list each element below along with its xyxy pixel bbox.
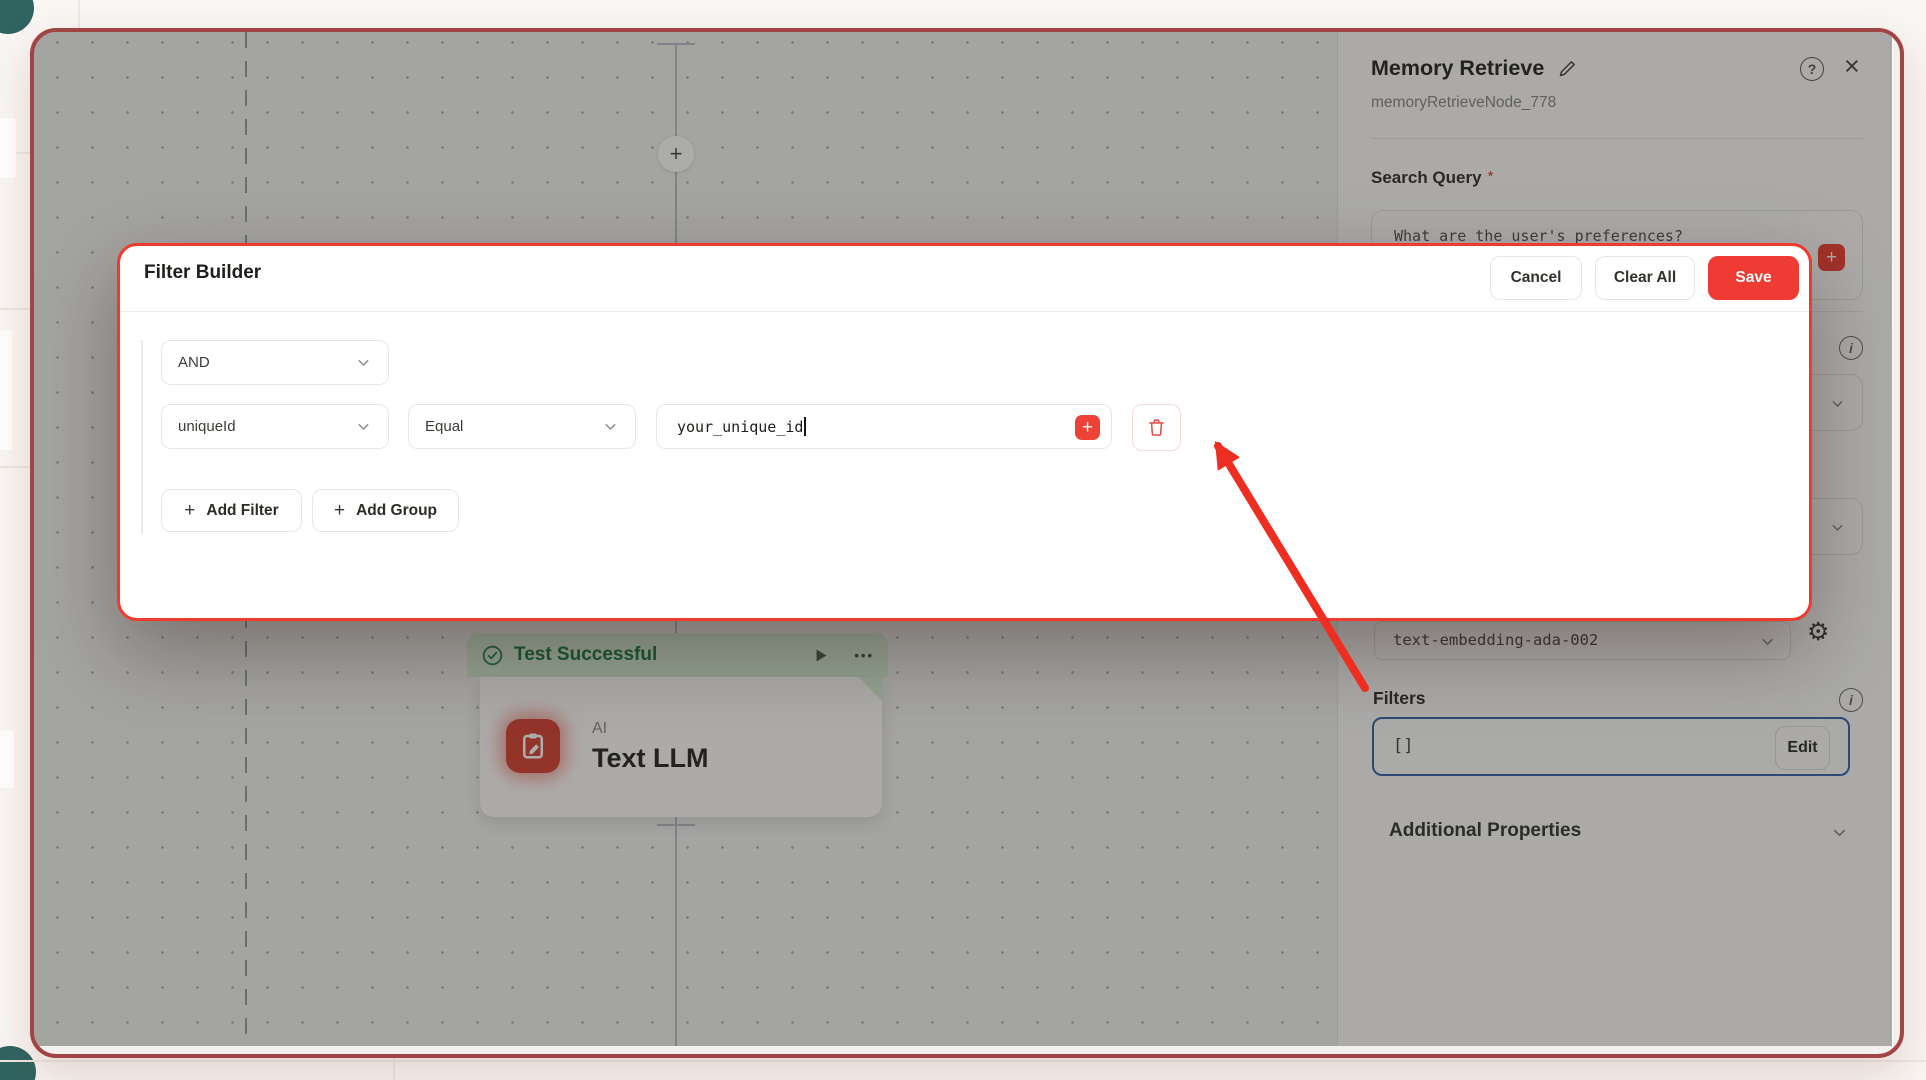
plus-icon: +	[1082, 418, 1093, 437]
filter-field-select[interactable]: uniqueId	[161, 404, 389, 449]
plus-icon: +	[184, 500, 195, 522]
filter-builder-modal: Filter Builder Cancel Clear All Save AND…	[117, 243, 1812, 621]
chevron-down-icon	[355, 418, 372, 435]
save-button[interactable]: Save	[1708, 256, 1799, 300]
page-guide-line	[78, 0, 80, 28]
page-margin-block	[0, 330, 12, 450]
chevron-down-icon	[602, 418, 619, 435]
filter-field-value: uniqueId	[178, 418, 236, 435]
page-decoration-dot	[0, 0, 34, 34]
page-guide-line	[0, 1060, 1926, 1062]
group-indent-line	[141, 340, 143, 534]
page-margin-block	[0, 730, 14, 788]
text-cursor	[804, 417, 806, 436]
app-window: + Test Successful •••	[30, 28, 1904, 1058]
filter-operator-value: Equal	[425, 418, 463, 435]
filter-value-input[interactable]: your_unique_id +	[656, 404, 1112, 449]
page-margin-block	[0, 118, 16, 178]
page-guide-line	[0, 308, 30, 310]
modal-divider	[120, 311, 1809, 312]
plus-icon: +	[334, 500, 345, 522]
page-guide-line	[0, 466, 30, 468]
modal-title: Filter Builder	[144, 262, 261, 284]
delete-filter-button[interactable]	[1132, 404, 1181, 451]
page-decoration-dot	[0, 1046, 36, 1080]
add-group-button[interactable]: + Add Group	[312, 489, 459, 532]
logic-operator-value: AND	[178, 354, 210, 371]
logic-operator-select[interactable]: AND	[161, 340, 389, 385]
filter-value-text: your_unique_id	[677, 418, 803, 436]
add-filter-button[interactable]: + Add Filter	[161, 489, 302, 532]
chevron-down-icon	[355, 354, 372, 371]
trash-icon	[1146, 417, 1167, 438]
insert-variable-button[interactable]: +	[1075, 415, 1100, 440]
screenshot-root: + Test Successful •••	[0, 0, 1926, 1080]
filter-operator-select[interactable]: Equal	[408, 404, 636, 449]
clear-all-button[interactable]: Clear All	[1595, 256, 1695, 300]
cancel-button[interactable]: Cancel	[1490, 256, 1582, 300]
